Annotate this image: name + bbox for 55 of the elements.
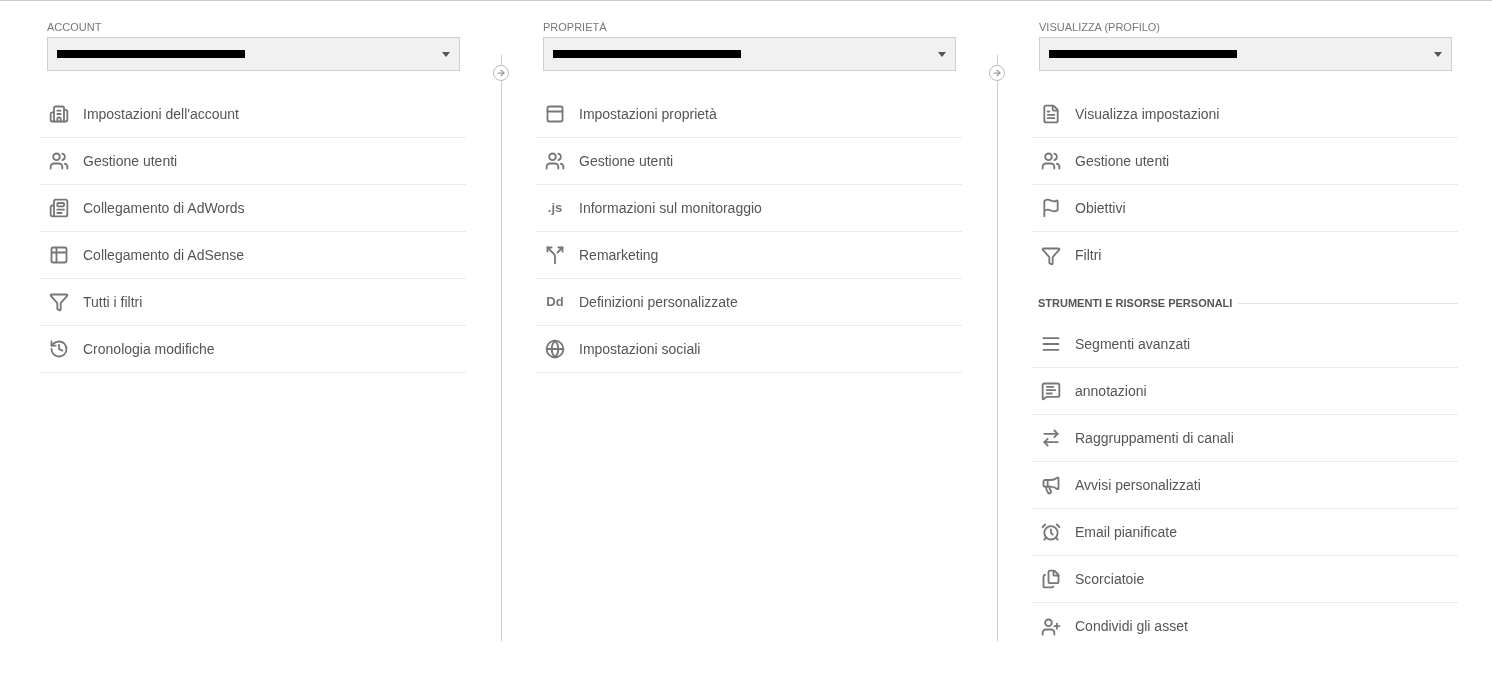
layout-icon	[545, 104, 565, 124]
people-icon	[545, 151, 565, 171]
alarm-clock-icon	[1041, 522, 1061, 542]
menu-item[interactable]: Collegamento di AdSense	[40, 232, 466, 279]
lines-box-icon	[49, 198, 69, 218]
menu-item[interactable]: Impostazioni proprietà	[536, 91, 962, 138]
menu-item[interactable]: .js Informazioni sul monitoraggio	[536, 185, 962, 232]
menu-item[interactable]: Gestione utenti	[40, 138, 466, 185]
menu-item[interactable]: Dd Definizioni personalizzate	[536, 279, 962, 326]
glyph-icon: Dd	[544, 292, 566, 312]
history-icon	[49, 339, 69, 359]
flag-icon	[1041, 198, 1061, 218]
menu-item[interactable]: Avvisi personalizzati	[1032, 462, 1458, 509]
menu-item[interactable]: Raggruppamenti di canali	[1032, 415, 1458, 462]
files-icon	[1041, 569, 1061, 589]
section-header: STRUMENTI E RISORSE PERSONALI	[1038, 295, 1233, 311]
filter-icon	[49, 292, 69, 312]
glyph-icon: .js	[544, 198, 566, 218]
caret-icon	[442, 51, 450, 57]
menu-item[interactable]: Cronologia modifiche	[40, 326, 466, 373]
menu-item[interactable]: Collegamento di AdWords	[40, 185, 466, 232]
split-arrow-icon	[545, 245, 565, 265]
menu-item[interactable]: Gestione utenti	[536, 138, 962, 185]
menu-item[interactable]: Impostazioni dell'account	[40, 91, 466, 138]
dropdown[interactable]	[1039, 37, 1452, 71]
menu-item[interactable]: annotazioni	[1032, 368, 1458, 415]
column-header: ACCOUNT	[46, 20, 103, 35]
table-icon	[49, 245, 69, 265]
menu-item[interactable]: Visualizza impostazioni	[1032, 91, 1458, 138]
add-user-icon	[1041, 616, 1061, 637]
filter-icon	[1041, 245, 1061, 266]
building-icon	[49, 104, 69, 124]
menu-item[interactable]: Remarketing	[536, 232, 962, 279]
menu-item[interactable]: Email pianificate	[1032, 509, 1458, 556]
dropdown[interactable]	[47, 37, 460, 71]
menu-item[interactable]: Gestione utenti	[1032, 138, 1458, 185]
column-header: VISUALIZZA (PROFILO)	[1038, 20, 1162, 35]
column-header: PROPRIETÀ	[542, 20, 608, 35]
dropdown[interactable]	[543, 37, 956, 71]
menu-item[interactable]: Filtri	[1032, 232, 1458, 279]
menu-item[interactable]: Impostazioni sociali	[536, 326, 962, 373]
people-icon	[49, 151, 69, 171]
menu-item[interactable]: Scorciatoie	[1032, 556, 1458, 603]
menu-item[interactable]: Condividi gli asset	[1032, 603, 1458, 650]
comment-icon	[1041, 381, 1061, 401]
menu-item[interactable]: Obiettivi	[1032, 185, 1458, 232]
menu-item[interactable]: Tutti i filtri	[40, 279, 466, 326]
menu-item[interactable]: Segmenti avanzati	[1032, 321, 1458, 368]
globe-icon	[545, 339, 565, 359]
caret-icon	[938, 51, 946, 57]
arrows-icon	[1041, 428, 1061, 448]
megaphone-icon	[1041, 475, 1061, 495]
document-icon	[1041, 104, 1061, 124]
caret-icon	[1434, 51, 1442, 57]
people-icon	[1041, 151, 1061, 171]
